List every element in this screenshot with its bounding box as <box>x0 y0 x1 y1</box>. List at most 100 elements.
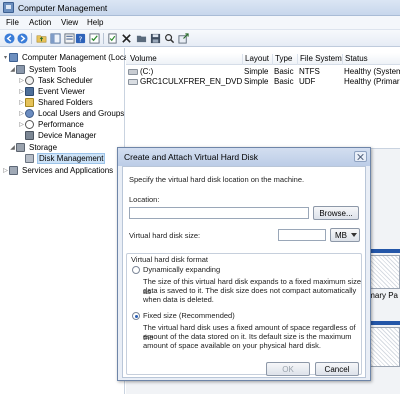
chevron-down-icon <box>351 233 357 237</box>
size-unit-value: MB <box>335 230 347 240</box>
tree-item-label: Storage <box>29 143 58 152</box>
size-input[interactable] <box>278 229 326 241</box>
volume-file-system: UDF <box>299 77 316 86</box>
check-disk-icon[interactable] <box>107 33 118 44</box>
volume-status: Healthy (System <box>344 67 400 76</box>
device-manager-icon <box>25 131 34 140</box>
collapse-arrow-icon[interactable]: ◢ <box>9 64 16 75</box>
search-icon[interactable] <box>164 33 175 44</box>
menu-file[interactable]: File <box>6 18 19 27</box>
event-viewer-icon <box>25 87 34 96</box>
partition-block[interactable] <box>368 327 400 367</box>
tree-item-storage[interactable]: ◢ Storage <box>9 142 58 153</box>
checklist-icon[interactable] <box>89 33 100 44</box>
location-input[interactable] <box>129 207 309 219</box>
storage-icon <box>16 143 25 152</box>
volume-file-system: NTFS <box>299 67 320 76</box>
toolbar: ? <box>0 30 400 47</box>
tree-item-label: Shared Folders <box>38 98 93 107</box>
tree-item-disk-management[interactable]: Disk Management <box>18 153 106 164</box>
dialog-title-bar: Create and Attach Virtual Hard Disk <box>118 148 370 166</box>
window-title: Computer Management <box>18 3 108 13</box>
column-header-file-system[interactable]: File System <box>297 54 342 65</box>
collapse-arrow-icon[interactable]: ◢ <box>9 142 16 153</box>
forward-icon[interactable] <box>17 33 28 44</box>
properties-icon[interactable] <box>64 33 75 44</box>
tree-item-label: Device Manager <box>38 131 97 140</box>
column-header-status[interactable]: Status <box>342 54 368 65</box>
tree-item-local-users-and-groups[interactable]: ▷ Local Users and Groups <box>18 108 125 119</box>
users-icon <box>25 109 34 118</box>
navigation-tree: ▾ Computer Management (Local ◢ System To… <box>0 48 130 394</box>
volume-layout: Simple <box>244 77 269 86</box>
delete-icon[interactable] <box>121 33 132 44</box>
toolbar-separator <box>31 33 32 44</box>
column-header-type[interactable]: Type <box>272 54 292 65</box>
fixed-size-label[interactable]: Fixed size (Recommended) <box>143 311 235 321</box>
column-header-layout[interactable]: Layout <box>242 54 269 65</box>
dynamic-radio[interactable] <box>132 266 140 274</box>
tree-item-performance[interactable]: ▷ Performance <box>18 119 85 130</box>
back-icon[interactable] <box>4 33 15 44</box>
volume-row[interactable]: GRC1CULXFRER_EN_DVD (D:) Simple Basic UD… <box>126 76 400 87</box>
ok-button[interactable]: OK <box>266 362 310 376</box>
dynamic-description: when data is deleted. <box>143 295 214 304</box>
performance-icon <box>25 120 34 129</box>
menu-action[interactable]: Action <box>29 18 51 27</box>
show-tree-icon[interactable] <box>50 33 61 44</box>
volume-list-header: Volume Layout Type File System Status <box>126 53 400 65</box>
dialog-instruction: Specify the virtual hard disk location o… <box>129 175 305 184</box>
volume-layout: Simple <box>244 67 269 76</box>
help-icon[interactable]: ? <box>75 33 86 44</box>
tree-item-services-and-applications[interactable]: ▷ Services and Applications <box>2 165 114 176</box>
tree-item-computer-management[interactable]: ▾ Computer Management (Local <box>2 52 131 63</box>
expand-arrow-icon[interactable]: ▷ <box>18 97 25 108</box>
open-folder-icon[interactable] <box>136 33 147 44</box>
dynamic-label[interactable]: Dynamically expanding <box>143 265 220 275</box>
expand-arrow-icon[interactable]: ▷ <box>18 119 25 130</box>
column-header-volume[interactable]: Volume <box>128 54 157 65</box>
services-icon <box>9 166 18 175</box>
create-vhd-dialog: Create and Attach Virtual Hard Disk Spec… <box>117 147 371 381</box>
shared-folder-icon <box>25 98 34 107</box>
browse-button[interactable]: Browse... <box>313 206 359 220</box>
tree-item-label: Performance <box>38 120 84 129</box>
expand-arrow-icon[interactable]: ▷ <box>18 108 25 119</box>
close-icon[interactable] <box>354 151 367 162</box>
up-folder-icon[interactable] <box>36 33 47 44</box>
tree-item-system-tools[interactable]: ◢ System Tools <box>9 64 77 75</box>
dialog-title: Create and Attach Virtual Hard Disk <box>124 152 259 162</box>
partition-bar <box>368 321 400 325</box>
volume-type: Basic <box>274 67 294 76</box>
partition-block[interactable] <box>368 255 400 289</box>
menu-view[interactable]: View <box>61 18 78 27</box>
dialog-body: Specify the virtual hard disk location o… <box>122 166 366 378</box>
export-icon[interactable] <box>178 33 189 44</box>
volume-list: Volume Layout Type File System Status (C… <box>126 48 400 148</box>
save-icon[interactable] <box>150 33 161 44</box>
volume-name: GRC1CULXFRER_EN_DVD (D:) <box>128 77 242 86</box>
cancel-button[interactable]: Cancel <box>315 362 359 376</box>
computer-management-icon <box>3 2 14 13</box>
menu-help[interactable]: Help <box>87 18 103 27</box>
expand-arrow-icon[interactable]: ▷ <box>18 86 25 97</box>
tree-item-label: Disk Management <box>37 153 106 164</box>
expand-arrow-icon[interactable]: ▷ <box>2 165 9 176</box>
partition-bar <box>368 249 400 253</box>
toolbar-separator <box>103 33 104 44</box>
expand-arrow-icon[interactable]: ▷ <box>18 75 25 86</box>
tree-item-device-manager[interactable]: Device Manager <box>18 130 97 141</box>
tree-item-task-scheduler[interactable]: ▷ Task Scheduler <box>18 75 94 86</box>
tree-item-label: Event Viewer <box>38 87 85 96</box>
volume-status: Healthy (Primar <box>344 77 400 86</box>
size-unit-dropdown[interactable]: MB <box>330 228 360 242</box>
tree-item-shared-folders[interactable]: ▷ Shared Folders <box>18 97 94 108</box>
collapse-arrow-icon[interactable]: ▾ <box>2 52 9 63</box>
fixed-size-radio[interactable] <box>132 312 140 320</box>
disk-management-icon <box>25 154 34 163</box>
tree-item-label: Services and Applications <box>22 166 114 175</box>
tree-item-label: Computer Management (Local <box>22 53 131 62</box>
tree-item-event-viewer[interactable]: ▷ Event Viewer <box>18 86 86 97</box>
